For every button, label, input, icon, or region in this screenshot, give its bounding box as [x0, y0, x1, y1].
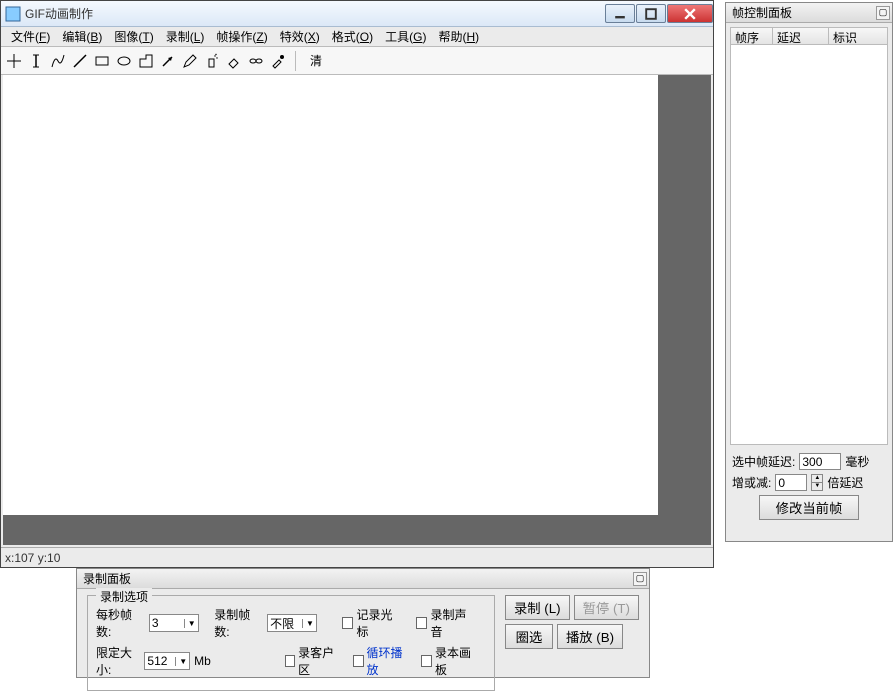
menu-b[interactable]: 编辑(B) — [56, 28, 108, 45]
col-tag[interactable]: 标识 — [829, 28, 887, 44]
fps-select[interactable]: 3▼ — [149, 614, 199, 632]
record-panel-close-icon[interactable]: ▢ — [633, 572, 647, 586]
polygon-icon[interactable] — [137, 52, 155, 70]
line-icon[interactable] — [71, 52, 89, 70]
menu-l[interactable]: 录制(L) — [160, 28, 211, 45]
frame-panel-title-label: 帧控制面板 — [732, 4, 792, 21]
delay-label: 选中帧延迟: — [732, 453, 795, 470]
canvas-checkbox[interactable]: 录本画板 — [421, 644, 475, 678]
curve-icon[interactable] — [49, 52, 67, 70]
menu-f[interactable]: 文件(F) — [5, 28, 56, 45]
fps-label: 每秒帧数: — [96, 606, 145, 640]
play-button[interactable]: 播放 (B) — [557, 624, 623, 649]
frame-list-header: 帧序 延迟 标识 — [730, 27, 888, 45]
adjust-label: 增或减: — [732, 474, 771, 491]
size-unit: Mb — [194, 654, 211, 668]
size-label: 限定大小: — [96, 644, 140, 678]
close-button[interactable] — [667, 4, 713, 23]
rec-frames-label: 录制帧数: — [214, 606, 263, 640]
menu-o[interactable]: 格式(O) — [326, 28, 379, 45]
menu-h[interactable]: 帮助(H) — [432, 28, 485, 45]
record-options-legend: 录制选项 — [96, 588, 152, 605]
record-panel: 录制面板 ▢ 录制选项 每秒帧数: 3▼ 录制帧数: 不限▼ 记录光标 录制声音… — [76, 568, 650, 678]
frame-panel-title[interactable]: 帧控制面板 ▢ — [726, 3, 892, 23]
app-icon — [5, 6, 21, 22]
clear-button[interactable]: 清 — [304, 52, 328, 69]
titlebar[interactable]: GIF动画制作 — [1, 1, 713, 27]
adjust-input[interactable] — [775, 474, 807, 491]
delay-input[interactable] — [799, 453, 841, 470]
eraser-icon[interactable] — [225, 52, 243, 70]
window-title: GIF动画制作 — [25, 5, 604, 22]
col-delay[interactable]: 延迟 — [773, 28, 829, 44]
main-window: GIF动画制作 文件(F)编辑(B)图像(T)录制(L)帧操作(Z)特效(X)格… — [0, 0, 714, 568]
record-panel-title[interactable]: 录制面板 ▢ — [77, 569, 649, 589]
sound-checkbox[interactable]: 录制声音 — [416, 606, 476, 640]
delay-unit: 毫秒 — [845, 453, 869, 470]
menu-g[interactable]: 工具(G) — [379, 28, 432, 45]
menu-x[interactable]: 特效(X) — [274, 28, 326, 45]
frame-panel-close-icon[interactable]: ▢ — [876, 6, 890, 20]
cursor-coords: x:107 y:10 — [5, 551, 60, 565]
canvas-viewport[interactable] — [3, 75, 711, 545]
spray-icon[interactable] — [203, 52, 221, 70]
rec-frames-select[interactable]: 不限▼ — [267, 614, 317, 632]
record-button[interactable]: 录制 (L) — [505, 595, 570, 620]
status-bar: x:107 y:10 — [1, 547, 713, 567]
menu-t[interactable]: 图像(T) — [108, 28, 159, 45]
modify-frame-button[interactable]: 修改当前帧 — [759, 495, 859, 520]
loop-checkbox[interactable]: 循环播放 — [353, 644, 407, 678]
canvas[interactable] — [3, 75, 658, 515]
adjust-spinner[interactable]: ▲▼ — [811, 474, 823, 491]
link-icon[interactable] — [247, 52, 265, 70]
rect-icon[interactable] — [93, 52, 111, 70]
text-caret-icon[interactable] — [27, 52, 45, 70]
select-region-button[interactable]: 圈选 — [505, 624, 553, 649]
frame-control-panel: 帧控制面板 ▢ 帧序 延迟 标识 选中帧延迟: 毫秒 增或减: ▲▼ 倍延迟 修… — [725, 2, 893, 542]
move-cross-icon[interactable] — [5, 52, 23, 70]
frame-list[interactable] — [730, 45, 888, 445]
col-order[interactable]: 帧序 — [731, 28, 773, 44]
menu-z[interactable]: 帧操作(Z) — [210, 28, 273, 45]
size-select[interactable]: 512▼ — [144, 652, 190, 670]
toolbar: 清 — [1, 47, 713, 75]
pencil-icon[interactable] — [181, 52, 199, 70]
adjust-unit: 倍延迟 — [827, 474, 863, 491]
arrow-icon[interactable] — [159, 52, 177, 70]
eyedropper-icon[interactable] — [269, 52, 287, 70]
menu-bar: 文件(F)编辑(B)图像(T)录制(L)帧操作(Z)特效(X)格式(O)工具(G… — [1, 27, 713, 47]
ellipse-icon[interactable] — [115, 52, 133, 70]
record-panel-title-label: 录制面板 — [83, 570, 131, 587]
maximize-button[interactable] — [636, 4, 666, 23]
minimize-button[interactable] — [605, 4, 635, 23]
cursor-checkbox[interactable]: 记录光标 — [342, 606, 402, 640]
client-checkbox[interactable]: 录客户区 — [285, 644, 339, 678]
record-options-fieldset: 录制选项 每秒帧数: 3▼ 录制帧数: 不限▼ 记录光标 录制声音 限定大小: … — [87, 595, 495, 691]
toolbar-separator — [295, 51, 296, 71]
pause-button[interactable]: 暂停 (T) — [574, 595, 639, 620]
